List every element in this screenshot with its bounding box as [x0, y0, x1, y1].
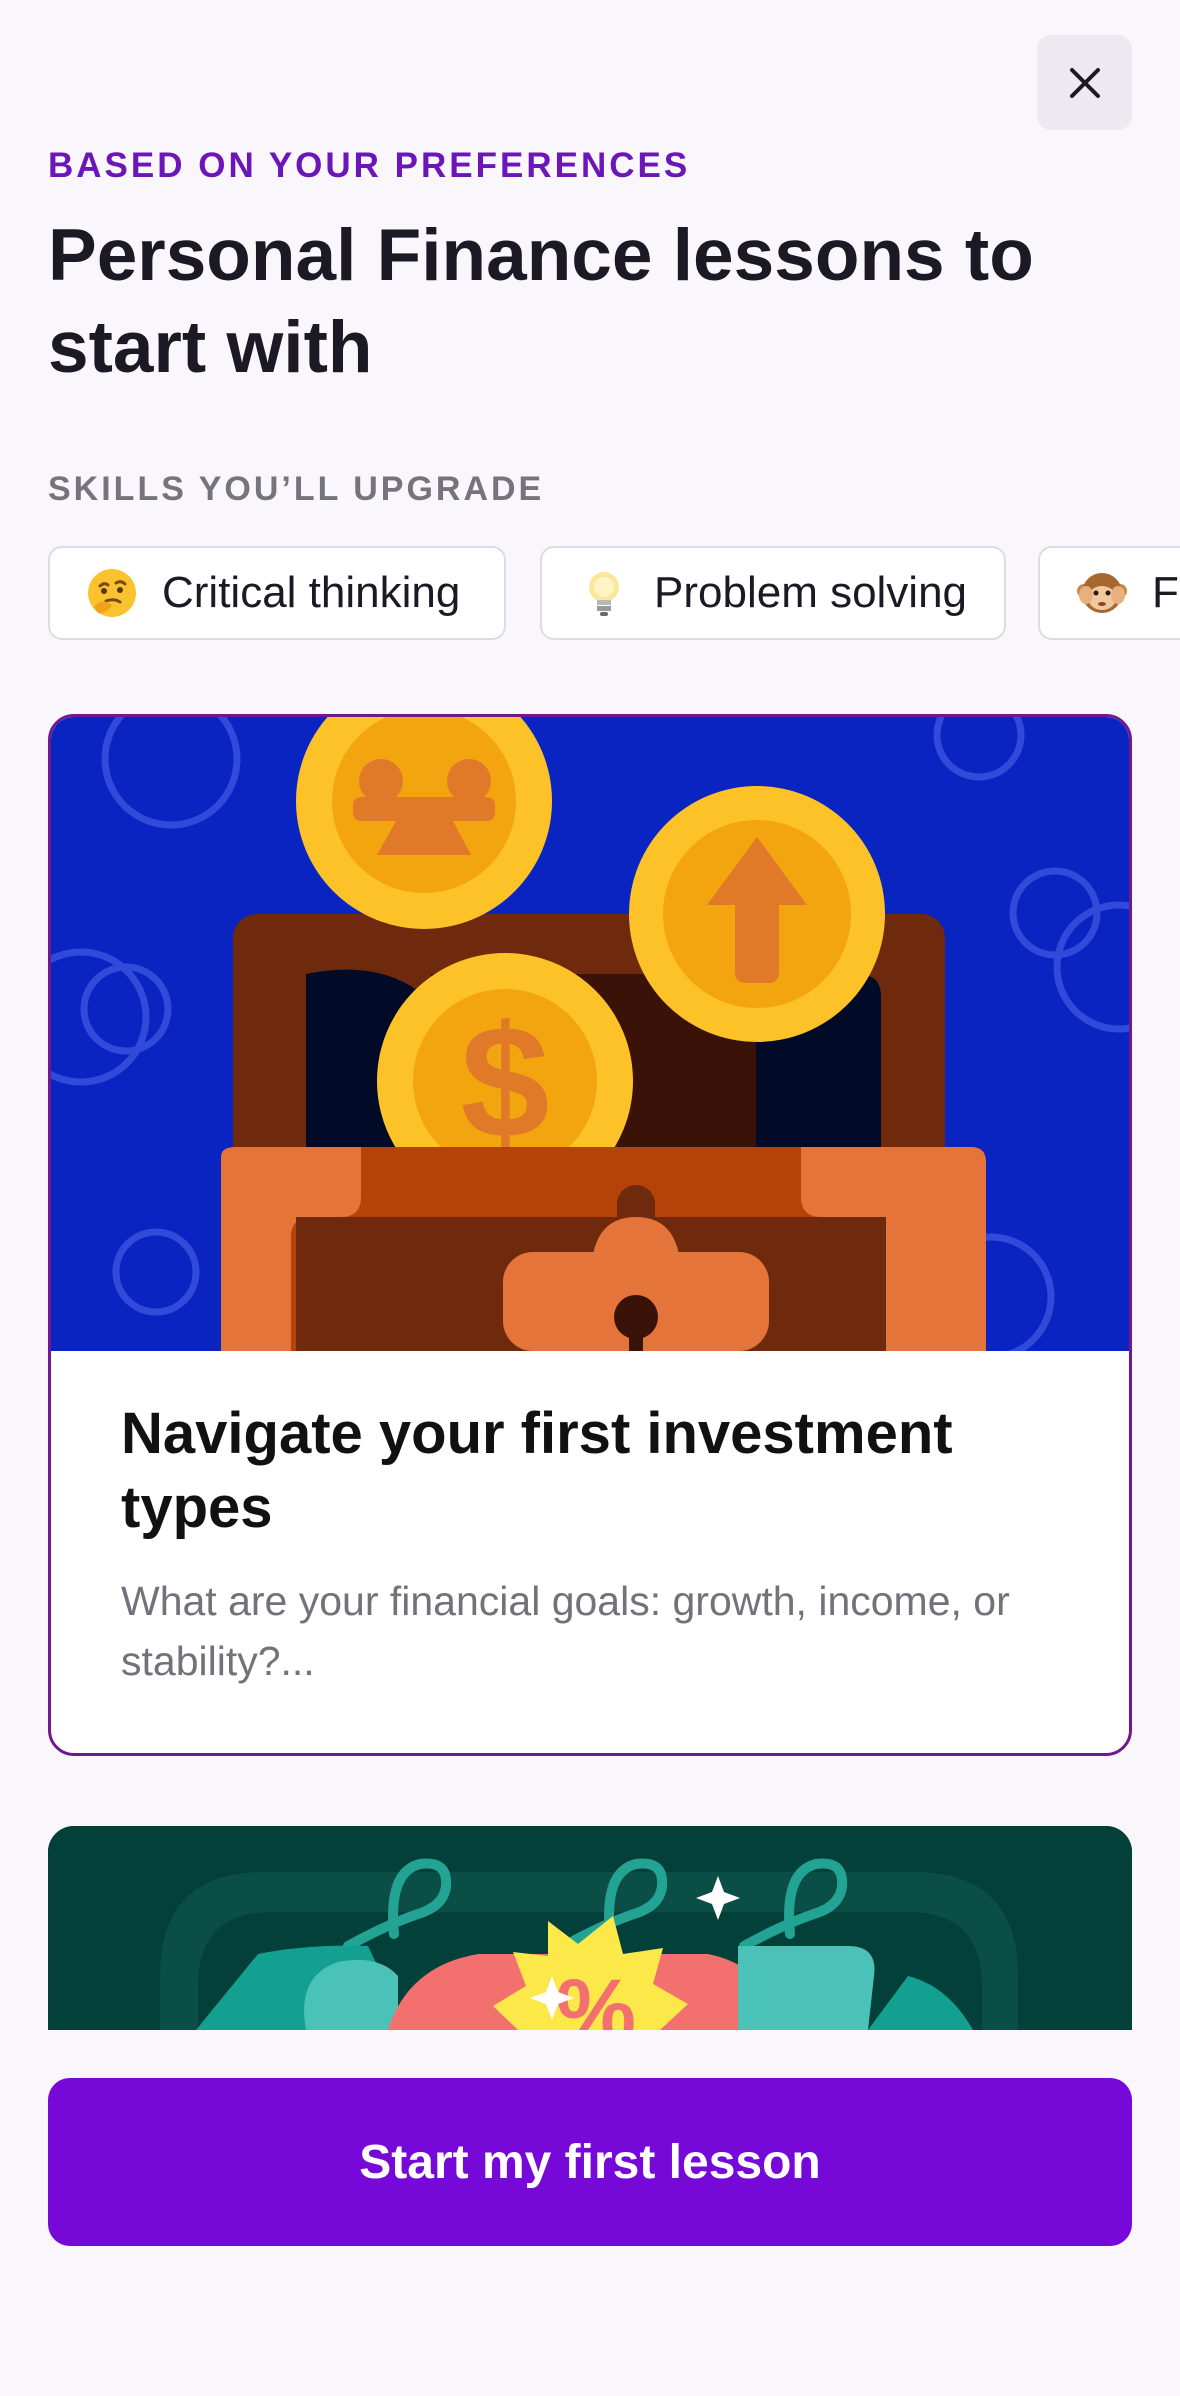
skill-chip-label: Critical thinking: [162, 568, 461, 617]
skill-chip-label: Problem solving: [654, 568, 968, 617]
skill-chip-focus[interactable]: Fo: [1038, 546, 1180, 640]
skill-chip-problem-solving[interactable]: Problem solving: [540, 546, 1006, 640]
light-bulb-icon: [589, 572, 619, 616]
lesson-card[interactable]: $ Navigate your first investment types W…: [48, 714, 1132, 1756]
start-first-lesson-button[interactable]: Start my first lesson: [48, 2078, 1132, 2246]
close-button[interactable]: [1037, 35, 1132, 130]
monkey-face-icon: [1077, 573, 1127, 613]
thinking-face-icon: [88, 569, 136, 617]
close-icon: [1069, 67, 1100, 98]
skill-chip-label: Fo: [1152, 568, 1180, 617]
lesson-card-2[interactable]: %: [48, 1826, 1132, 2030]
lesson-description: What are your financial goals: growth, i…: [121, 1578, 1010, 1684]
eyebrow-label: BASED ON YOUR PREFERENCES: [48, 146, 691, 185]
lesson-title: Navigate your first investment types: [121, 1401, 953, 1540]
skill-chip-critical-thinking[interactable]: Critical thinking: [48, 546, 506, 640]
treasure-chest-coins-illustration: $: [51, 717, 1129, 1351]
skills-chip-row[interactable]: Critical thinking Problem solving Fo: [48, 546, 1180, 644]
skills-label: SKILLS YOU’LL UPGRADE: [48, 470, 545, 508]
page-title: Personal Finance lessons to start with: [48, 215, 1034, 388]
svg-text:$: $: [461, 992, 550, 1171]
clothing-hangers-discount-illustration: %: [48, 1826, 1132, 2030]
